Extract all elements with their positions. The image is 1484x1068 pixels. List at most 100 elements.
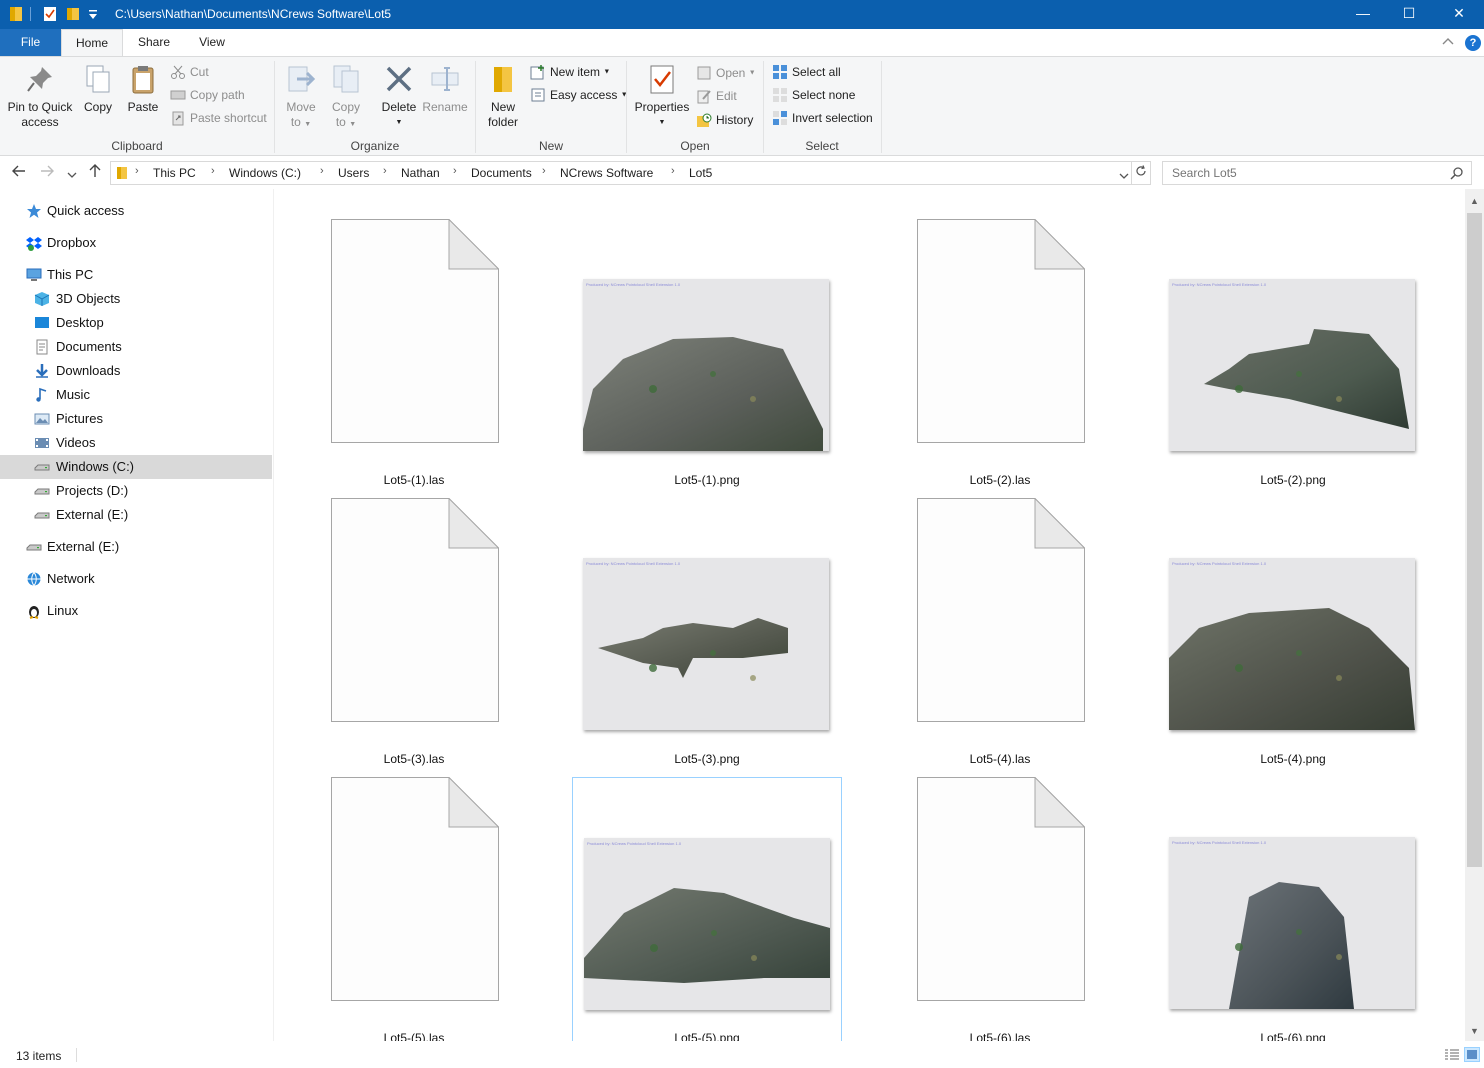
copy-button[interactable]: Copy [80, 63, 116, 115]
new-folder-button[interactable]: New folder [482, 63, 524, 130]
open-button[interactable]: Open ▼ [696, 65, 756, 85]
search-input[interactable] [1162, 161, 1472, 185]
search-icon[interactable] [1450, 166, 1464, 180]
edit-button[interactable]: Edit [696, 88, 737, 108]
tab-view[interactable]: View [186, 29, 238, 56]
new-item-button[interactable]: New item ▼ [530, 64, 610, 84]
minimize-icon: — [1356, 5, 1370, 21]
file-tile-document[interactable]: Lot5-(5).las [279, 776, 549, 1053]
drive-icon [34, 483, 50, 499]
rename-button[interactable]: Rename [422, 63, 468, 115]
details-view-icon[interactable] [1444, 1048, 1460, 1065]
delete-label: Delete [381, 100, 417, 114]
close-button[interactable]: ✕ [1434, 0, 1484, 29]
minimize-button[interactable]: — [1338, 0, 1388, 29]
new-folder-icon [487, 63, 519, 95]
new-folder-quick-icon[interactable] [66, 6, 80, 22]
file-tile-document[interactable]: Lot5-(2).las [865, 218, 1135, 495]
file-tile-image[interactable]: Produced by: NCrews Pointcloud Shell Ext… [1158, 498, 1428, 774]
help-button[interactable]: ? [1465, 35, 1481, 51]
file-tile-image[interactable]: Produced by: NCrews Pointcloud Shell Ext… [1158, 777, 1428, 1053]
file-tile-document[interactable]: Lot5-(1).las [279, 218, 549, 495]
nav-item-external-e[interactable]: External (E:) [0, 535, 272, 559]
nav-item-dropbox[interactable]: Dropbox [0, 231, 272, 255]
file-name: Lot5-(4).png [1260, 752, 1326, 766]
nav-item-music[interactable]: Music [0, 383, 272, 407]
up-arrow-icon[interactable] [87, 163, 103, 182]
properties-button[interactable]: Properties ▼ [634, 63, 690, 130]
paste-shortcut-button[interactable]: Paste shortcut [170, 110, 267, 130]
nav-item-linux[interactable]: Linux [0, 599, 272, 623]
pin-to-quick-access-button[interactable]: Pin to Quick access [4, 63, 76, 130]
tab-file[interactable]: File [0, 29, 61, 56]
breadcrumb-item[interactable]: NCrews Software [560, 166, 653, 180]
scroll-up-arrow-icon[interactable]: ▲ [1465, 193, 1484, 210]
tab-home[interactable]: Home [61, 29, 123, 57]
nav-item-quick-access[interactable]: Quick access [0, 199, 272, 223]
nav-item-label: Dropbox [47, 235, 97, 250]
edit-icon [696, 88, 712, 104]
back-arrow-icon[interactable] [11, 163, 27, 182]
breadcrumb-item[interactable]: This PC [153, 166, 196, 180]
nav-item-projects-d[interactable]: Projects (D:) [0, 479, 272, 503]
easy-access-button[interactable]: Easy access ▼ [530, 87, 628, 107]
large-icons-view-icon[interactable] [1464, 1047, 1480, 1062]
cut-button[interactable]: Cut [170, 64, 209, 84]
nav-item-downloads[interactable]: Downloads [0, 359, 272, 383]
breadcrumb-chevron-icon[interactable]: › [383, 165, 387, 177]
open-group-label: Open [680, 139, 710, 153]
address-bar[interactable]: › This PC › Windows (C:) › Users › Nathan › Docum… [110, 161, 1132, 185]
copy-to-button[interactable]: Copy to ▼ [326, 63, 366, 132]
breadcrumb-chevron-icon[interactable]: › [211, 165, 215, 177]
select-none-button[interactable]: Select none [772, 87, 855, 107]
move-to-button[interactable]: Move to ▼ [281, 63, 321, 132]
nav-item-pictures[interactable]: Pictures [0, 407, 272, 431]
history-button[interactable]: History [696, 112, 753, 132]
move-to-label-line2: to ▼ [290, 115, 312, 129]
breadcrumb-item[interactable]: Users [338, 166, 369, 180]
scrollbar-thumb[interactable] [1467, 213, 1482, 867]
breadcrumb-item[interactable]: Documents [471, 166, 532, 180]
breadcrumb-chevron-icon[interactable]: › [671, 165, 675, 177]
videos-icon [34, 435, 50, 451]
copy-path-button[interactable]: Copy path [170, 87, 245, 107]
address-dropdown-chevron-icon[interactable] [1119, 169, 1129, 183]
delete-button[interactable]: Delete ▼ [378, 63, 420, 130]
nav-item-documents[interactable]: Documents [0, 335, 272, 359]
file-tile-image[interactable]: Produced by: NCrews Pointcloud Shell Ext… [572, 219, 842, 495]
nav-item-desktop[interactable]: Desktop [0, 311, 272, 335]
invert-selection-button[interactable]: Invert selection [772, 110, 873, 130]
tab-share[interactable]: Share [128, 29, 180, 56]
nav-item-network[interactable]: Network [0, 567, 272, 591]
scroll-down-arrow-icon[interactable]: ▼ [1465, 1023, 1484, 1040]
breadcrumb-chevron-icon[interactable]: › [135, 165, 139, 177]
file-tile-document[interactable]: Lot5-(4).las [865, 497, 1135, 774]
nav-item-3d-objects[interactable]: 3D Objects [0, 287, 272, 311]
collapse-ribbon-icon[interactable] [1442, 34, 1454, 48]
file-tile-image[interactable]: Produced by: NCrews Pointcloud Shell Ext… [1158, 219, 1428, 495]
paste-button[interactable]: Paste [124, 63, 162, 115]
breadcrumb-item[interactable]: Lot5 [689, 166, 712, 180]
properties-quick-icon[interactable] [43, 6, 57, 22]
file-tile-image[interactable]: Produced by: NCrews Pointcloud Shell Ext… [572, 777, 842, 1053]
nav-item-external-e[interactable]: External (E:) [0, 503, 272, 527]
file-tile-document[interactable]: Lot5-(6).las [865, 776, 1135, 1053]
refresh-button[interactable] [1131, 161, 1151, 185]
breadcrumb-chevron-icon[interactable]: › [320, 165, 324, 177]
maximize-button[interactable]: ☐ [1384, 0, 1434, 29]
nav-item-windows-c[interactable]: Windows (C:) [0, 455, 272, 479]
breadcrumb-item[interactable]: Nathan [401, 166, 440, 180]
forward-arrow-icon[interactable] [39, 163, 55, 182]
breadcrumb-chevron-icon[interactable]: › [453, 165, 457, 177]
file-tile-document[interactable]: Lot5-(3).las [279, 497, 549, 774]
breadcrumb-chevron-icon[interactable]: › [542, 165, 546, 177]
select-all-button[interactable]: Select all [772, 64, 841, 84]
recent-locations-chevron-icon[interactable] [67, 166, 77, 182]
customize-quick-access-icon[interactable] [87, 9, 99, 25]
nav-item-videos[interactable]: Videos [0, 431, 272, 455]
vertical-scrollbar[interactable]: ▲ ▼ [1465, 189, 1484, 1041]
documents-icon [34, 339, 50, 355]
nav-item-this-pc[interactable]: This PC [0, 263, 272, 287]
breadcrumb-item[interactable]: Windows (C:) [229, 166, 301, 180]
file-tile-image[interactable]: Produced by: NCrews Pointcloud Shell Ext… [572, 498, 842, 774]
